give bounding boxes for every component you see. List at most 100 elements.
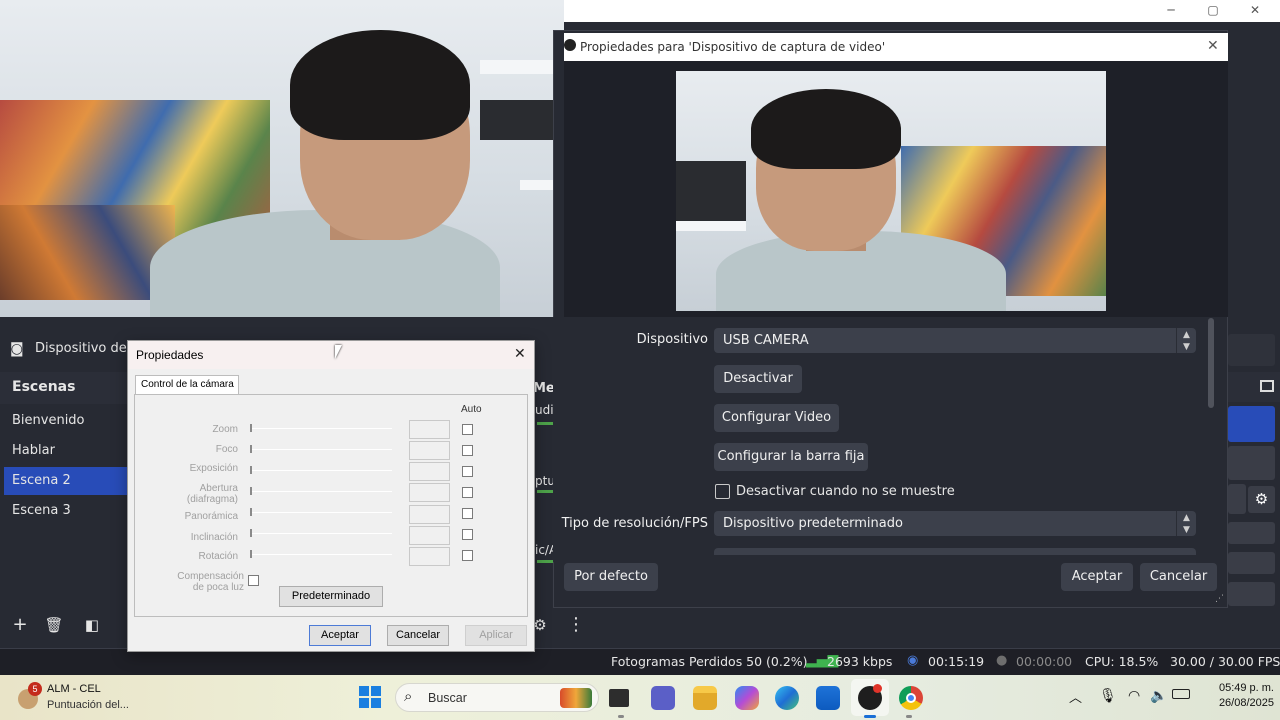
tab-camera-control[interactable]: Control de la cámara [135, 375, 239, 395]
pan-slider-thumb[interactable] [250, 508, 252, 516]
default-button[interactable]: Predeterminado [279, 586, 383, 607]
tilt-value-box[interactable] [409, 526, 450, 545]
dock-tab[interactable] [1228, 334, 1275, 366]
close-icon[interactable]: ✕ [1234, 0, 1276, 22]
status-bar: Fotogramas Perdidos 50 (0.2%) ▂▄▆ 2693 k… [0, 648, 1280, 675]
rotation-auto-checkbox[interactable] [462, 550, 473, 561]
teams-icon[interactable] [651, 686, 675, 710]
taskbar-search-box[interactable]: ⌕ Buscar [395, 683, 599, 712]
configure-crossbar-button[interactable]: Configurar la barra fija [714, 443, 868, 471]
minimize-icon[interactable]: ─ [1150, 0, 1192, 22]
exposure-slider[interactable] [250, 470, 392, 471]
chevron-updown-icon: ▲ ▼ [1176, 328, 1196, 353]
properties-dialog-title: Propiedades para 'Dispositivo de captura… [580, 40, 886, 54]
focus-value-box[interactable] [409, 441, 450, 460]
zoom-slider[interactable] [250, 428, 392, 429]
scene-item[interactable]: Bienvenido [4, 407, 127, 435]
mouse-cursor-icon [335, 345, 342, 359]
notification-widget[interactable]: 5 ALM - CEL Puntuación del... [10, 679, 160, 717]
pan-auto-checkbox[interactable] [462, 508, 473, 519]
deactivate-button[interactable]: Desactivar [714, 365, 802, 393]
aperture-auto-checkbox[interactable] [462, 487, 473, 498]
scene-item-selected[interactable]: Escena 2 [4, 467, 127, 495]
properties-preview-image [676, 71, 1106, 311]
clock[interactable]: 05:49 p. m. 26/08/2025 [1196, 681, 1274, 711]
battery-icon[interactable] [1172, 689, 1190, 699]
device-select[interactable]: USB CAMERA ▲ ▼ [714, 328, 1196, 353]
deactivate-when-hidden-checkbox[interactable] [715, 484, 730, 499]
defaults-button[interactable]: Por defecto [564, 563, 658, 591]
chevron-updown-icon: ▲ ▼ [1176, 511, 1196, 536]
folder-icon[interactable] [693, 686, 717, 710]
resize-grip-icon[interactable]: ⋰ [1215, 594, 1224, 604]
low-light-label: Compensación de poca luz [177, 571, 244, 593]
pan-value-box[interactable] [409, 505, 450, 524]
cancel-button[interactable]: Cancelar [1140, 563, 1217, 591]
speaker-icon[interactable]: 🔈 [1150, 687, 1167, 704]
zoom-auto-checkbox[interactable] [462, 424, 473, 435]
chevron-up-icon[interactable]: ︿ [1069, 687, 1082, 706]
scene-item[interactable]: Hablar [4, 437, 127, 465]
cancel-button[interactable]: Cancelar [387, 625, 449, 646]
resolution-type-select[interactable]: Dispositivo predeterminado ▲ ▼ [714, 511, 1196, 536]
apply-button: Aplicar [465, 625, 527, 646]
more-options-icon[interactable]: ⋮ [563, 612, 589, 638]
close-icon[interactable]: ✕ [514, 345, 526, 362]
add-scene-button[interactable]: + [7, 612, 33, 638]
properties-scrollbar[interactable] [1208, 318, 1214, 408]
exposure-value-box[interactable] [409, 462, 450, 481]
tilt-slider-thumb[interactable] [250, 529, 252, 537]
accept-button[interactable]: Aceptar [309, 625, 371, 646]
tilt-auto-checkbox[interactable] [462, 529, 473, 540]
store-icon[interactable] [816, 686, 840, 710]
controls-button[interactable] [1228, 582, 1275, 606]
wifi-icon[interactable]: ◠ [1128, 687, 1140, 704]
tilt-slider[interactable] [250, 533, 392, 534]
mixer-meter [537, 490, 553, 493]
taskbar: 5 ALM - CEL Puntuación del... ⌕ Buscar ︿… [0, 675, 1280, 720]
scenes-title: Escenas [12, 379, 76, 395]
zoom-slider-thumb[interactable] [250, 424, 252, 432]
settings-gear-icon[interactable]: ⚙ [1248, 486, 1275, 513]
mixer-meter [537, 560, 553, 563]
search-icon: ⌕ [404, 688, 413, 705]
controls-button[interactable] [1228, 522, 1275, 544]
aperture-value-box[interactable] [409, 483, 450, 502]
camera-properties-dialog: Propiedades ✕ Control de la cámara Auto … [127, 340, 535, 652]
mixer-meter [537, 422, 553, 425]
rotation-slider[interactable] [250, 554, 392, 555]
close-dialog-icon[interactable]: ✕ [1207, 38, 1219, 54]
aperture-slider[interactable] [250, 491, 392, 492]
focus-slider-thumb[interactable] [250, 445, 252, 453]
start-button[interactable] [359, 686, 381, 708]
controls-button[interactable] [1228, 484, 1246, 514]
focus-auto-checkbox[interactable] [462, 445, 473, 456]
scene-filters-button[interactable]: ◧ [79, 612, 105, 638]
aperture-slider-thumb[interactable] [250, 487, 252, 495]
microphone-icon[interactable]: 🎙 [1099, 687, 1117, 704]
focus-slider[interactable] [250, 449, 392, 450]
exposure-slider-thumb[interactable] [250, 466, 252, 474]
edge-icon[interactable] [775, 686, 799, 710]
remove-scene-button[interactable]: 🗑 [41, 612, 67, 638]
rotation-value-box[interactable] [409, 547, 450, 566]
exposure-auto-checkbox[interactable] [462, 466, 473, 477]
pan-slider[interactable] [250, 512, 392, 513]
dock-undock-icon[interactable] [1260, 380, 1274, 392]
device-label: Dispositivo [636, 332, 708, 347]
low-light-checkbox[interactable] [248, 575, 259, 586]
scene-item[interactable]: Escena 3 [4, 497, 127, 525]
maximize-icon[interactable]: ▢ [1192, 0, 1234, 22]
configure-video-button[interactable]: Configurar Video [714, 404, 839, 432]
controls-button[interactable] [1228, 446, 1275, 480]
controls-button-active[interactable] [1228, 406, 1275, 442]
copilot-icon[interactable] [735, 686, 759, 710]
file-explorer-task-icon[interactable] [609, 689, 629, 707]
zoom-value-box[interactable] [409, 420, 450, 439]
exposure-label: Exposición [189, 463, 238, 474]
main-preview-canvas[interactable] [0, 0, 564, 317]
rotation-slider-thumb[interactable] [250, 550, 252, 558]
notification-subtitle: Puntuación del... [47, 699, 129, 711]
controls-button[interactable] [1228, 552, 1275, 574]
accept-button[interactable]: Aceptar [1061, 563, 1133, 591]
